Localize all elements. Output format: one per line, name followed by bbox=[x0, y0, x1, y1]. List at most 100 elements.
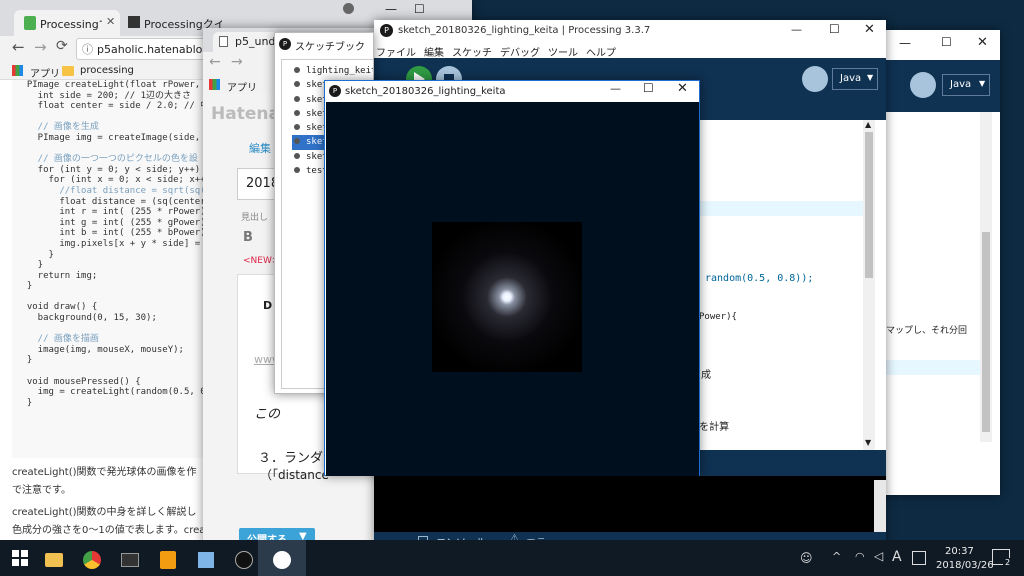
debug-icon[interactable] bbox=[802, 66, 828, 92]
code-text: PImage createLight(float rPower, f int s… bbox=[16, 80, 212, 408]
code-line: // 画像の一つ一つのピクセルの色を設 bbox=[16, 154, 198, 165]
ime-mode-icon[interactable] bbox=[912, 551, 926, 565]
mode-selector[interactable]: Java ▼ bbox=[832, 68, 878, 90]
close-button[interactable]: ✕ bbox=[864, 22, 875, 37]
minimize-button[interactable]: — bbox=[610, 82, 621, 95]
code-fragment: Power){ bbox=[699, 312, 737, 322]
menu-item[interactable]: デバッグ bbox=[500, 44, 540, 59]
clock-time[interactable]: 20:37 bbox=[945, 546, 974, 557]
maximize-button[interactable]: ☐ bbox=[643, 81, 654, 95]
code-fragment: マップし、それ分回 bbox=[886, 326, 968, 336]
ime-indicator[interactable]: A bbox=[892, 549, 902, 565]
chevron-down-icon: ▼ bbox=[979, 79, 986, 88]
apps-grid-icon[interactable] bbox=[12, 65, 23, 76]
scroll-up-arrow[interactable]: ▲ bbox=[865, 120, 871, 129]
back-arrow-icon[interactable]: ← bbox=[12, 38, 25, 56]
minimize-button[interactable]: — bbox=[899, 36, 911, 50]
bookmark-apps[interactable]: アプリ bbox=[227, 79, 257, 94]
people-icon[interactable]: ☺ bbox=[800, 551, 813, 565]
code-block: PImage createLight(float rPower, f int s… bbox=[12, 80, 212, 458]
console-area bbox=[374, 476, 886, 532]
chevron-up-icon[interactable]: ^ bbox=[832, 550, 841, 563]
scrollbar[interactable] bbox=[980, 112, 992, 442]
tab-close-icon[interactable]: ✕ bbox=[106, 15, 115, 28]
scroll-thumb[interactable] bbox=[982, 232, 990, 432]
info-icon: ⓘ bbox=[82, 43, 93, 56]
heading-dropdown[interactable]: 見出し bbox=[241, 210, 268, 223]
paragraph: createLight()関数の中身を詳しく解説し bbox=[12, 507, 197, 518]
minimize-button[interactable]: — bbox=[791, 23, 802, 36]
window-title: スケッチブック bbox=[295, 42, 365, 53]
maximize-button[interactable]: ☐ bbox=[829, 22, 840, 36]
code-line: int r = int( (255 * rPower) / bbox=[16, 207, 212, 218]
code-line: int g = int( (255 * gPower) / bbox=[16, 217, 212, 228]
sketch-list-item[interactable]: lighting_keita bbox=[292, 64, 373, 78]
code-line: for (int y = 0; y < side; y++) { bbox=[16, 164, 212, 175]
paragraph: で注意です。 bbox=[12, 485, 71, 496]
code-line: PImage img = createImage(side, s bbox=[16, 132, 212, 143]
tab-label: Processingで発 bbox=[40, 18, 102, 31]
code-line: PImage createLight(float rPower, f bbox=[16, 80, 212, 90]
wifi-icon[interactable]: ◠ bbox=[855, 550, 865, 563]
menu-item[interactable]: ツール bbox=[548, 44, 578, 59]
forward-arrow-icon[interactable]: → bbox=[34, 38, 47, 56]
bold-button[interactable]: B bbox=[243, 230, 253, 245]
volume-icon[interactable]: ◁ bbox=[874, 549, 883, 563]
debug-icon[interactable] bbox=[910, 72, 936, 98]
window-title: sketch_20180326_lighting_keita | Process… bbox=[398, 25, 651, 36]
document-icon bbox=[219, 36, 228, 47]
scroll-thumb[interactable] bbox=[865, 132, 873, 278]
code-line: img.pixels[x + y * side] = co bbox=[16, 238, 212, 249]
editor-scrollbar[interactable]: ▲ ▼ bbox=[863, 120, 875, 450]
titlebar: P sketch_20180326_lighting_keita | Proce… bbox=[374, 20, 886, 42]
bullet-icon bbox=[294, 109, 300, 116]
mode-selector[interactable]: Java ▼ bbox=[942, 74, 990, 96]
code-line: void draw() { bbox=[16, 302, 98, 313]
titlebar: — ☐ ✕ bbox=[870, 30, 1000, 60]
sketch-running-icon[interactable] bbox=[258, 540, 306, 576]
menu-item[interactable]: 編集 bbox=[424, 44, 444, 59]
console-scrollbar[interactable] bbox=[874, 480, 886, 532]
code-line: void mousePressed() { bbox=[16, 376, 141, 387]
code-line: } bbox=[16, 249, 54, 260]
code-line: // 画像を描画 bbox=[16, 334, 99, 345]
scroll-down-arrow[interactable]: ▼ bbox=[865, 438, 871, 447]
profile-icon[interactable] bbox=[343, 3, 354, 14]
maximize-button[interactable]: ☐ bbox=[414, 2, 425, 16]
clock-date[interactable]: 2018/03/26 bbox=[936, 560, 994, 571]
close-button[interactable]: ✕ bbox=[977, 35, 988, 50]
sketch-canvas[interactable] bbox=[326, 102, 699, 476]
menu-item[interactable]: ファイル bbox=[376, 44, 416, 59]
tab-edit[interactable]: 編集 bbox=[249, 140, 271, 156]
code-line: return img; bbox=[16, 270, 98, 281]
editor-area: マップし、それ分回 bbox=[870, 112, 1000, 495]
windows-start-icon[interactable] bbox=[12, 550, 28, 566]
bullet-icon bbox=[294, 95, 300, 102]
bullet-icon bbox=[294, 67, 300, 73]
paragraph: 色成分の強さを0〜1の値で表します。createImage()で渡さ200x20… bbox=[12, 525, 212, 536]
page-favicon-icon bbox=[128, 16, 140, 28]
code-fragment: random(0.5, 0.8)); bbox=[705, 273, 814, 284]
maximize-button[interactable]: ☐ bbox=[941, 35, 952, 49]
article-body: createLight()関数で発光球体の画像を作 で注意です。 createL… bbox=[12, 464, 212, 548]
titlebar: P sketch_20180326_lighting_keita — ☐ ✕ bbox=[325, 81, 699, 102]
menu-item[interactable]: ヘルプ bbox=[586, 44, 616, 59]
forward-arrow-icon[interactable]: → bbox=[231, 54, 243, 70]
back-arrow-icon[interactable]: ← bbox=[209, 54, 221, 70]
bookmark-apps[interactable]: アプリ bbox=[30, 65, 60, 80]
processing-app-icon: P bbox=[279, 38, 291, 50]
reload-icon[interactable]: ⟳ bbox=[56, 38, 68, 54]
minimize-button[interactable]: — bbox=[385, 2, 397, 16]
code-line: int b = int( (255 * bPower) / bbox=[16, 228, 212, 239]
tab-processing-hatsu[interactable]: Processingで発 ✕ bbox=[14, 10, 120, 36]
close-button[interactable]: ✕ bbox=[677, 81, 688, 96]
titlebar: P スケッチブック bbox=[275, 33, 373, 55]
apps-grid-icon[interactable] bbox=[209, 79, 220, 90]
current-line-highlight bbox=[870, 360, 980, 375]
bookmark-processing[interactable]: processing bbox=[80, 65, 134, 76]
menu-item[interactable]: スケッチ bbox=[452, 44, 492, 59]
